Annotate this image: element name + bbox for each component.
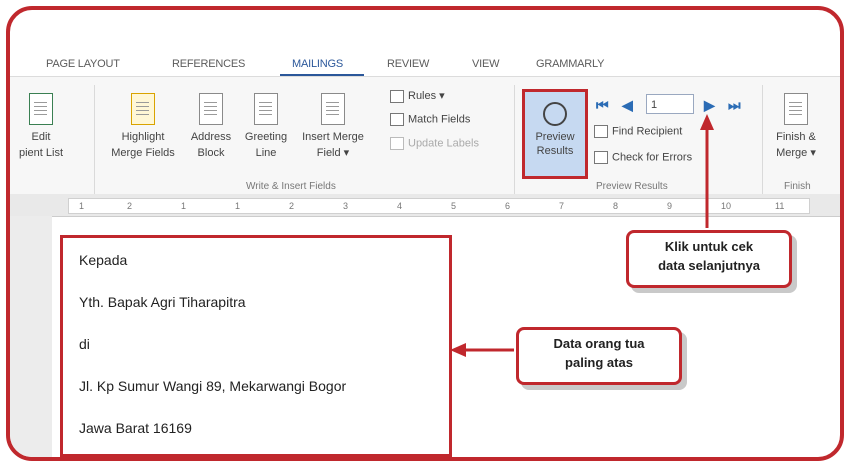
arrow-head-left xyxy=(450,343,466,357)
annotation-arrows xyxy=(450,114,714,357)
arrow-head-up xyxy=(700,114,714,130)
screenshot-frame: PAGE LAYOUT REFERENCES MAILINGS REVIEW V… xyxy=(6,6,844,461)
